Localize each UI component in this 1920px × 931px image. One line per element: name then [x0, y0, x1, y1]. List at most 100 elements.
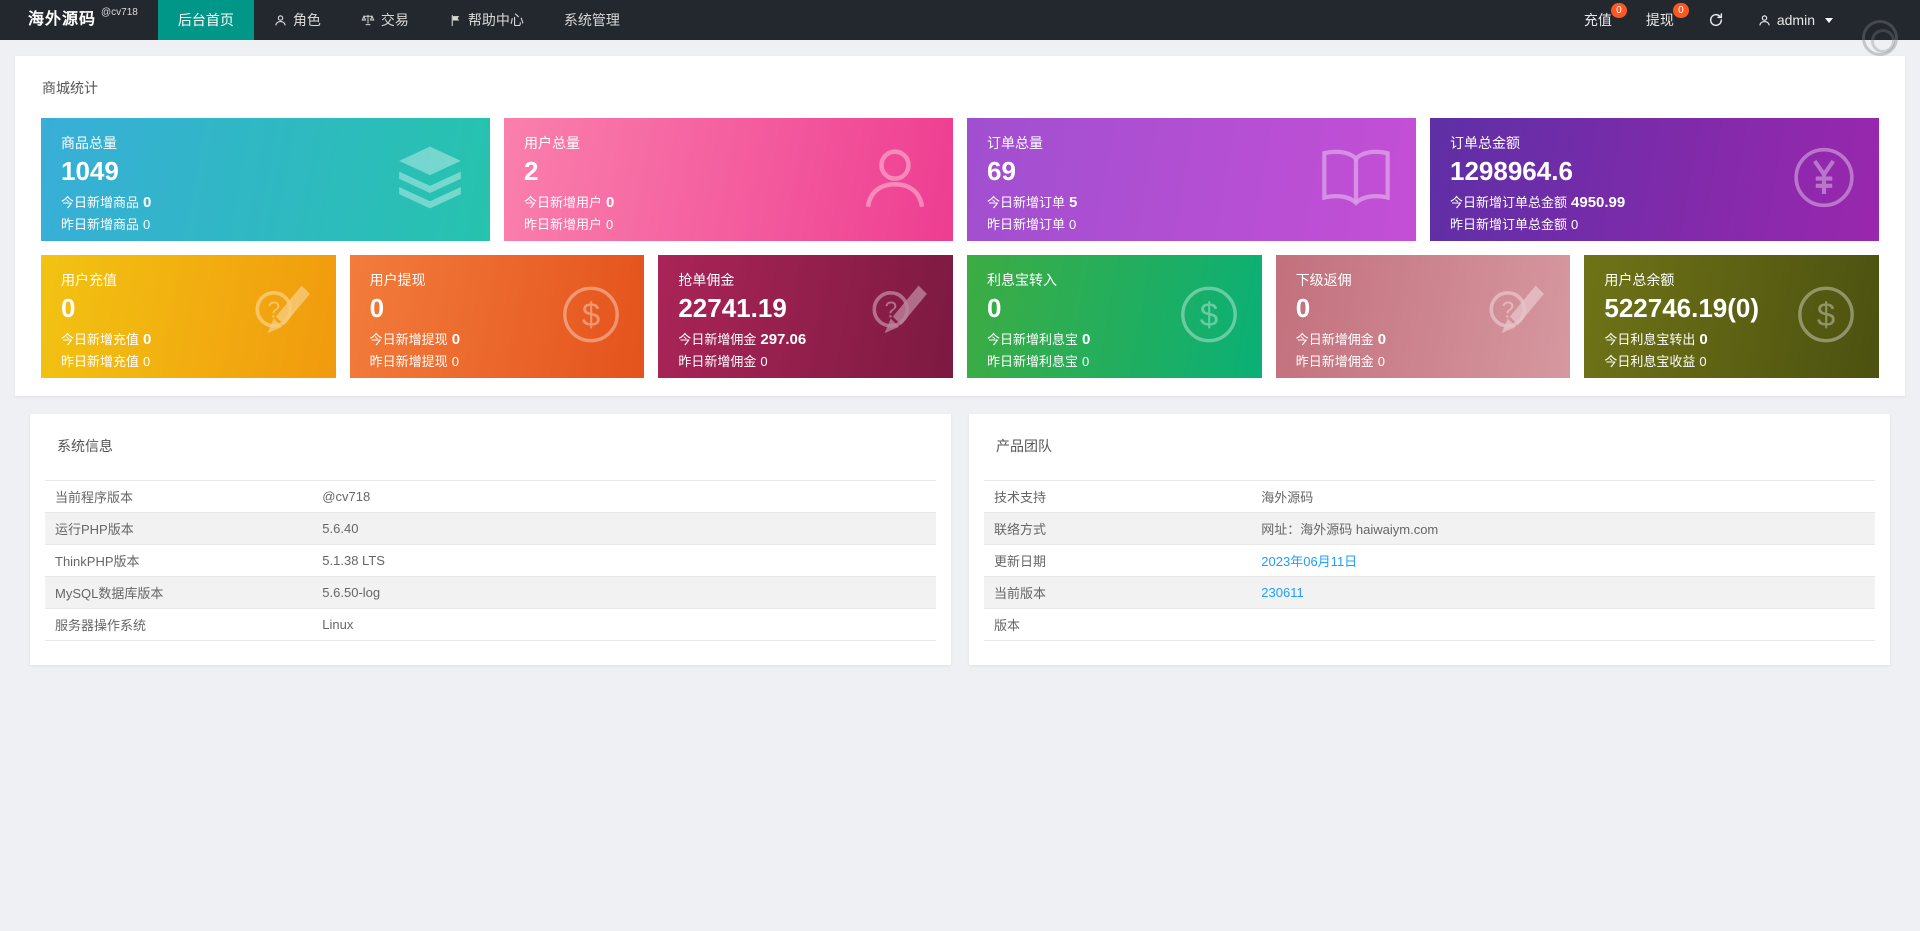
recharge-badge: 0: [1610, 3, 1627, 18]
row-value: 5.1.38 LTS: [322, 553, 385, 568]
sub-label: 今日新增利息宝: [987, 332, 1079, 347]
sub-value: 0: [143, 331, 152, 348]
stat-card-title: 用户提现: [369, 272, 426, 288]
stat-card-value: 1049: [61, 156, 119, 186]
stat-card-today: 今日新增佣金 0: [1296, 329, 1551, 348]
row-value[interactable]: 2023年06月11日: [1261, 554, 1357, 569]
table-row: 运行PHP版本 5.6.40: [45, 512, 936, 545]
recharge-button[interactable]: 充值 0: [1567, 0, 1629, 40]
stat-card-value: 522746.19(0): [1604, 293, 1760, 323]
username: admin: [1776, 12, 1815, 28]
sub-label: 昨日新增利息宝: [987, 354, 1079, 369]
refresh-icon: [1708, 12, 1724, 28]
system-info-table: 当前程序版本 @cv718 运行PHP版本 5.6.40 ThinkPHP版本 …: [45, 480, 936, 641]
row-label: 当前程序版本: [45, 480, 313, 513]
system-info-title: 系统信息: [57, 438, 113, 454]
stat-card-title: 商品总量: [61, 135, 117, 151]
table-row: 技术支持 海外源码: [984, 480, 1875, 513]
stat-card-today: 今日新增利息宝 0: [987, 329, 1242, 348]
stat-card-value: 0: [369, 293, 385, 323]
main-menu: 后台首页 角色 交易 帮助中心 系统管理: [157, 0, 640, 40]
nav-item-label: 角色: [292, 12, 321, 28]
withdraw-button[interactable]: 提现 0: [1629, 0, 1691, 40]
row-label: 联络方式: [984, 512, 1252, 545]
table-row: 版本: [984, 608, 1875, 641]
sub-value: 0: [606, 217, 614, 232]
top-navbar: 海外源码 @cv718 后台首页 角色 交易 帮助中心 系统管理 充值 0 提现…: [0, 0, 1920, 40]
sub-label: 今日新增订单总金额: [1450, 195, 1568, 210]
stat-card-today: 今日新增提现 0: [370, 329, 625, 348]
row-value: 5.6.40: [322, 521, 359, 536]
stat-card-value: 0: [61, 293, 76, 323]
row-label: 版本: [984, 608, 1252, 641]
nav-item-label: 帮助中心: [467, 12, 524, 28]
stat-card-title: 下级返佣: [1295, 272, 1352, 288]
flag-icon: [449, 14, 462, 27]
brand-subtitle: @cv718: [101, 7, 138, 18]
sub-value: 0: [1069, 217, 1077, 232]
stat-card-yesterday: 今日利息宝收益 0: [1604, 351, 1859, 370]
sub-label: 昨日新增提现: [369, 354, 448, 369]
product-team-title: 产品团队: [996, 438, 1052, 454]
stat-card: 商品总量 1049 今日新增商品 0 昨日新增商品 0: [41, 118, 490, 241]
stat-card-value: 1298964.6: [1450, 156, 1573, 186]
stat-card: 用户总余额 522746.19(0) 今日利息宝转出 0 今日利息宝收益 0 $: [1584, 255, 1880, 378]
sub-label: 昨日新增充值: [61, 354, 140, 369]
sub-value: 297.06: [760, 331, 807, 348]
sub-label: 昨日新增订单: [987, 217, 1066, 232]
scales-icon: [361, 13, 375, 27]
sub-label: 今日新增用户: [524, 195, 603, 210]
sub-value: 0: [1377, 354, 1385, 369]
stat-card-today: 今日新增佣金 297.06: [678, 329, 933, 348]
row-label: 更新日期: [984, 544, 1252, 577]
stat-card-today: 今日新增订单 5: [987, 192, 1396, 211]
sub-label: 今日利息宝转出: [1604, 332, 1696, 347]
stat-card-yesterday: 昨日新增商品 0: [61, 214, 470, 233]
table-row: MySQL数据库版本 5.6.50-log: [45, 576, 936, 609]
stats-panel: 商城统计 商品总量 1049 今日新增商品 0 昨日新增商品 0 用户总量 2 …: [15, 56, 1905, 396]
stat-card-today: 今日新增充值 0: [61, 329, 316, 348]
row-value: 网址：海外源码 haiwaiym.com: [1261, 522, 1439, 537]
nav-item-trade[interactable]: 交易: [341, 0, 429, 40]
nav-item-label: 后台首页: [177, 12, 234, 28]
sub-value: 0: [451, 331, 461, 348]
row-label: MySQL数据库版本: [45, 576, 313, 609]
row-value[interactable]: 230611: [1261, 585, 1303, 600]
table-row: 当前程序版本 @cv718: [45, 480, 936, 513]
stat-card: 利息宝转入 0 今日新增利息宝 0 昨日新增利息宝 0 $: [967, 255, 1262, 378]
table-row: 联络方式 网址：海外源码 haiwaiym.com: [984, 512, 1875, 545]
user-menu[interactable]: admin: [1741, 0, 1850, 40]
sub-label: 今日新增商品: [61, 195, 140, 210]
sub-value: 0: [451, 354, 459, 369]
sub-label: 昨日新增订单总金额: [1450, 217, 1568, 232]
stat-card-title: 用户总量: [524, 135, 580, 151]
sub-value: 5: [1069, 194, 1078, 211]
sub-value: 0: [1699, 354, 1707, 369]
system-info-panel: 系统信息 当前程序版本 @cv718 运行PHP版本 5.6.40 ThinkP…: [30, 414, 951, 665]
stats-row-2: 用户充值 0 今日新增充值 0 昨日新增充值 0 ? 用户提现 0 今日新增提现 0: [27, 255, 1893, 378]
table-row: 服务器操作系统 Linux: [45, 608, 936, 641]
nav-item-roles[interactable]: 角色: [254, 0, 341, 40]
sub-value: 0: [143, 354, 151, 369]
nav-item-help[interactable]: 帮助中心: [429, 0, 544, 40]
stat-card: 抢单佣金 22741.19 今日新增佣金 297.06 昨日新增佣金 0 ?: [658, 255, 954, 378]
stat-card-value: 22741.19: [678, 293, 787, 323]
table-row: ThinkPHP版本 5.1.38 LTS: [45, 544, 936, 577]
stat-card: 用户提现 0 今日新增提现 0 昨日新增提现 0 $: [349, 255, 645, 378]
stats-panel-title: 商城统计: [42, 80, 98, 96]
sub-label: 今日新增提现: [369, 332, 448, 347]
stat-card-yesterday: 昨日新增利息宝 0: [987, 351, 1242, 370]
refresh-button[interactable]: [1691, 0, 1741, 40]
nav-item-home[interactable]: 后台首页: [157, 0, 254, 40]
sub-value: 0: [606, 194, 615, 211]
sub-label: 昨日新增商品: [61, 217, 140, 232]
nav-item-system[interactable]: 系统管理: [544, 0, 640, 40]
row-label: 技术支持: [984, 480, 1252, 513]
nav-item-label: 交易: [380, 12, 409, 28]
stat-card-value: 69: [987, 156, 1016, 186]
stat-card-yesterday: 昨日新增订单 0: [987, 214, 1396, 233]
table-row: 更新日期 2023年06月11日: [984, 544, 1875, 577]
stat-card: 订单总量 69 今日新增订单 5 昨日新增订单 0: [967, 118, 1416, 241]
stat-card-title: 订单总量: [987, 135, 1043, 151]
stat-card-yesterday: 昨日新增提现 0: [370, 351, 625, 370]
